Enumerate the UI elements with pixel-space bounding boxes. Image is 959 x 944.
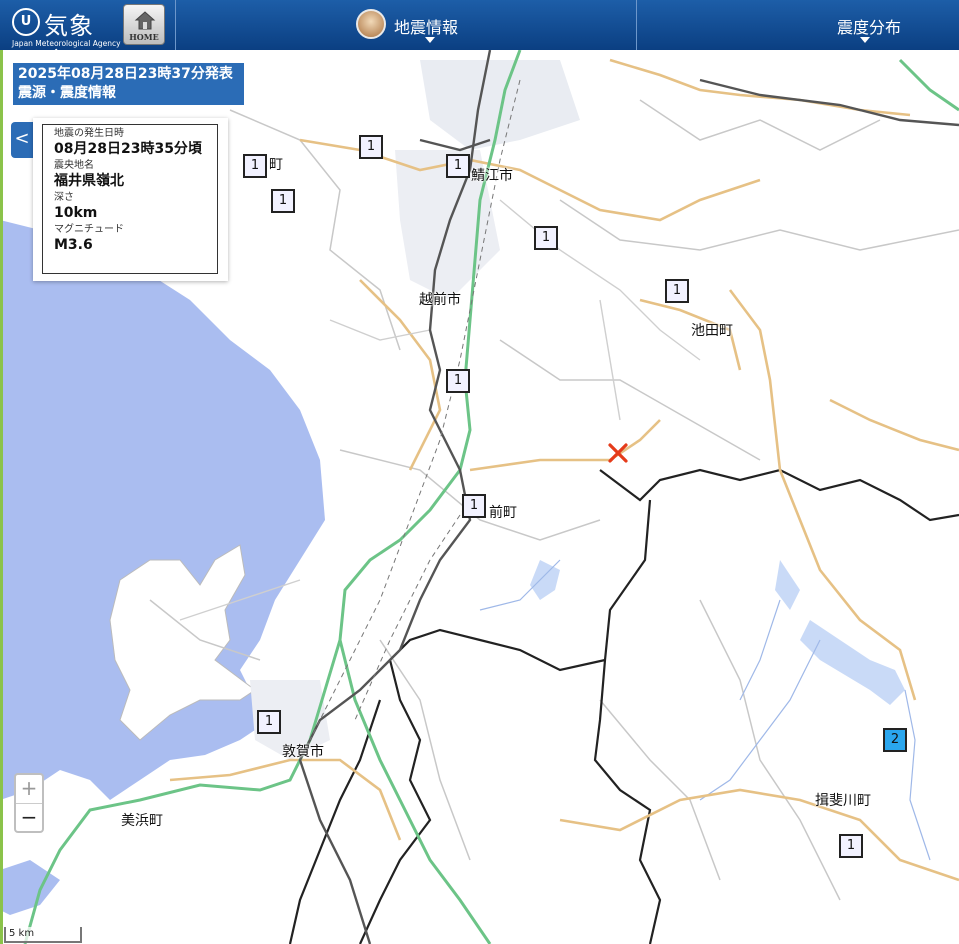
earthquake-info-box: 地震の発生日時 08月28日23時35分頃 震央地名 福井県嶺北 深さ 10km… — [42, 124, 218, 274]
intensity-station[interactable]: 1 — [534, 226, 558, 250]
intensity-station[interactable]: 1 — [446, 154, 470, 178]
magnitude-value: M3.6 — [54, 237, 93, 253]
earthquake-icon — [356, 9, 386, 39]
intensity-station[interactable]: 2 — [883, 728, 907, 752]
report-title: 2025年08月28日23時37分発表 震源・震度情報 — [12, 62, 245, 106]
intensity-station[interactable]: 1 — [446, 369, 470, 393]
jma-brand[interactable]: U 気象庁 Japan Meteorological Agency — [8, 4, 121, 75]
place-label: 町 — [269, 157, 283, 173]
home-button[interactable]: HOME — [123, 4, 165, 45]
nav-distribution-label: 震度分布 — [836, 18, 901, 37]
zoom-out-button[interactable]: − — [16, 803, 42, 832]
intensity-station[interactable]: 1 — [359, 135, 383, 159]
zoom-in-button[interactable]: + — [16, 775, 42, 803]
earthquake-info-panel: 地震の発生日時 08月28日23時35分頃 震央地名 福井県嶺北 深さ 10km… — [33, 118, 228, 281]
intensity-station[interactable]: 1 — [243, 154, 267, 178]
intensity-station[interactable]: 1 — [462, 494, 486, 518]
intensity-station[interactable]: 1 — [665, 279, 689, 303]
place-label: 揖斐川町 — [815, 793, 871, 809]
area-value: 福井県嶺北 — [54, 173, 124, 189]
place-label: 美浜町 — [121, 813, 163, 829]
left-edge-accent — [0, 50, 3, 944]
home-icon — [134, 11, 156, 30]
intensity-station[interactable]: 1 — [839, 834, 863, 858]
place-label: 池田町 — [691, 323, 733, 339]
datetime-value: 08月28日23時35分頃 — [54, 141, 202, 157]
place-label: 前町 — [489, 505, 517, 521]
place-label: 越前市 — [419, 292, 461, 308]
intensity-station[interactable]: 1 — [271, 189, 295, 213]
datetime-label: 地震の発生日時 — [54, 128, 124, 139]
zoom-control: + − — [14, 773, 44, 833]
home-label: HOME — [129, 32, 159, 42]
epicenter-marker-icon[interactable] — [607, 442, 629, 464]
depth-label: 深さ — [54, 192, 74, 203]
jma-logo-icon: U — [12, 8, 40, 36]
intensity-station[interactable]: 1 — [257, 710, 281, 734]
nav-earthquake-label: 地震情報 — [394, 18, 459, 37]
chevron-down-icon — [425, 37, 435, 43]
nav-intensity-distribution[interactable]: 震度分布 — [637, 0, 959, 50]
magnitude-label: マグニチュード — [54, 224, 124, 235]
header-bar: U 気象庁 Japan Meteorological Agency HOME 地… — [0, 0, 959, 75]
area-label: 震央地名 — [54, 160, 94, 171]
report-issued-time: 2025年08月28日23時37分発表 — [18, 66, 233, 82]
scale-bar: 5 km — [4, 927, 82, 943]
chevron-down-icon — [860, 37, 870, 43]
chevron-left-icon: < — [14, 128, 30, 149]
place-label: 鯖江市 — [471, 168, 513, 184]
nav-earthquake-info[interactable]: 地震情報 — [176, 0, 636, 50]
agency-name-en: Japan Meteorological Agency — [12, 39, 121, 48]
collapse-panel-button[interactable]: < — [11, 122, 33, 158]
depth-value: 10km — [54, 205, 98, 221]
place-label: 敦賀市 — [282, 744, 324, 760]
report-type: 震源・震度情報 — [18, 85, 116, 101]
